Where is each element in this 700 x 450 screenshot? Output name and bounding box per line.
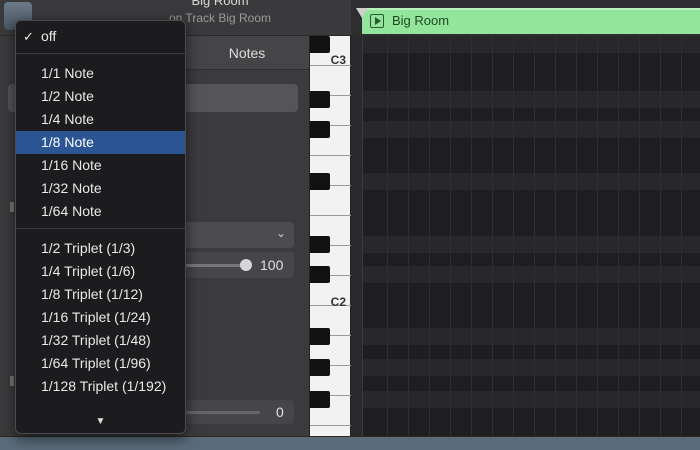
grid-row xyxy=(363,328,700,345)
piano-keyboard[interactable]: C3 C2 xyxy=(309,36,352,436)
grid-line xyxy=(639,36,640,436)
chevron-down-icon: ⌄ xyxy=(275,226,286,240)
grid-gutter xyxy=(351,36,363,436)
grid-line xyxy=(471,36,472,436)
grid-line xyxy=(387,36,388,436)
menu-item[interactable]: 1/64 Note xyxy=(16,200,185,223)
grid-row xyxy=(363,391,700,408)
black-key[interactable] xyxy=(310,173,330,190)
grid-line xyxy=(681,36,682,436)
quantize-dropdown-menu[interactable]: ✓ off 1/1 Note 1/2 Note 1/4 Note 1/8 Not… xyxy=(15,20,186,434)
black-key[interactable] xyxy=(310,36,330,53)
menu-item-selected[interactable]: 1/8 Note xyxy=(16,131,185,154)
black-key[interactable] xyxy=(310,266,330,283)
quantize-select[interactable]: ⌄ xyxy=(180,222,294,248)
strength-slider[interactable]: 100 xyxy=(180,252,294,278)
menu-item[interactable]: 1/128 Triplet (1/192) xyxy=(16,375,185,398)
grid-row xyxy=(363,359,700,376)
grid-line xyxy=(618,36,619,436)
black-key[interactable] xyxy=(310,391,330,408)
tab-notes[interactable]: Notes xyxy=(185,36,309,70)
grid-row xyxy=(363,121,700,138)
menu-separator xyxy=(16,53,185,54)
menu-item[interactable]: 1/32 Note xyxy=(16,177,185,200)
menu-item[interactable]: 1/16 Triplet (1/24) xyxy=(16,306,185,329)
menu-item[interactable]: 1/2 Triplet (1/3) xyxy=(16,237,185,260)
octave-label: C3 xyxy=(330,53,346,67)
bottom-bar xyxy=(0,436,700,450)
menu-item[interactable]: 1/32 Triplet (1/48) xyxy=(16,329,185,352)
playhead-marker[interactable] xyxy=(356,8,368,18)
grid-row xyxy=(363,236,700,253)
black-key[interactable] xyxy=(310,359,330,376)
grid-line xyxy=(429,36,430,436)
grid-row xyxy=(363,173,700,190)
menu-item[interactable]: 1/1 Note xyxy=(16,62,185,85)
region-title: Big Room xyxy=(191,0,249,8)
swing-value: 0 xyxy=(276,404,284,420)
inspector-edge-mark xyxy=(10,202,14,212)
scroll-down-arrow-icon[interactable]: ▼ xyxy=(16,416,185,427)
note-grid[interactable] xyxy=(351,36,700,436)
midi-region[interactable]: Big Room xyxy=(362,8,700,34)
region-loop-icon xyxy=(370,14,384,28)
menu-item[interactable]: 1/4 Note xyxy=(16,108,185,131)
grid-row xyxy=(363,91,700,108)
grid-line xyxy=(450,36,451,436)
menu-item[interactable]: 1/2 Note xyxy=(16,85,185,108)
swing-slider[interactable]: 0 xyxy=(180,400,294,424)
grid-line xyxy=(597,36,598,436)
slider-track xyxy=(180,264,244,267)
grid-row xyxy=(363,266,700,283)
grid-line xyxy=(408,36,409,436)
slider-knob[interactable] xyxy=(240,259,252,271)
black-key[interactable] xyxy=(310,121,330,138)
menu-item[interactable]: 1/16 Note xyxy=(16,154,185,177)
grid-line xyxy=(534,36,535,436)
octave-label: C2 xyxy=(330,295,346,309)
inspector-edge-mark xyxy=(10,376,14,386)
grid-line xyxy=(492,36,493,436)
grid-line xyxy=(513,36,514,436)
white-key[interactable] xyxy=(310,186,352,216)
menu-separator xyxy=(16,228,185,229)
black-key[interactable] xyxy=(310,91,330,108)
grid-line xyxy=(555,36,556,436)
slider-track xyxy=(180,411,260,414)
menu-item[interactable]: 1/64 Triplet (1/96) xyxy=(16,352,185,375)
grid-line xyxy=(576,36,577,436)
black-key[interactable] xyxy=(310,328,330,345)
checkmark-icon: ✓ xyxy=(23,29,34,44)
black-key[interactable] xyxy=(310,236,330,253)
grid-line xyxy=(660,36,661,436)
region-name: Big Room xyxy=(392,13,450,28)
menu-item-label: off xyxy=(41,28,57,44)
menu-item-off[interactable]: ✓ off xyxy=(16,25,185,48)
menu-item[interactable]: 1/4 Triplet (1/6) xyxy=(16,260,185,283)
menu-item[interactable]: 1/8 Triplet (1/12) xyxy=(16,283,185,306)
strength-value: 100 xyxy=(260,257,284,273)
grid-row xyxy=(363,36,700,53)
